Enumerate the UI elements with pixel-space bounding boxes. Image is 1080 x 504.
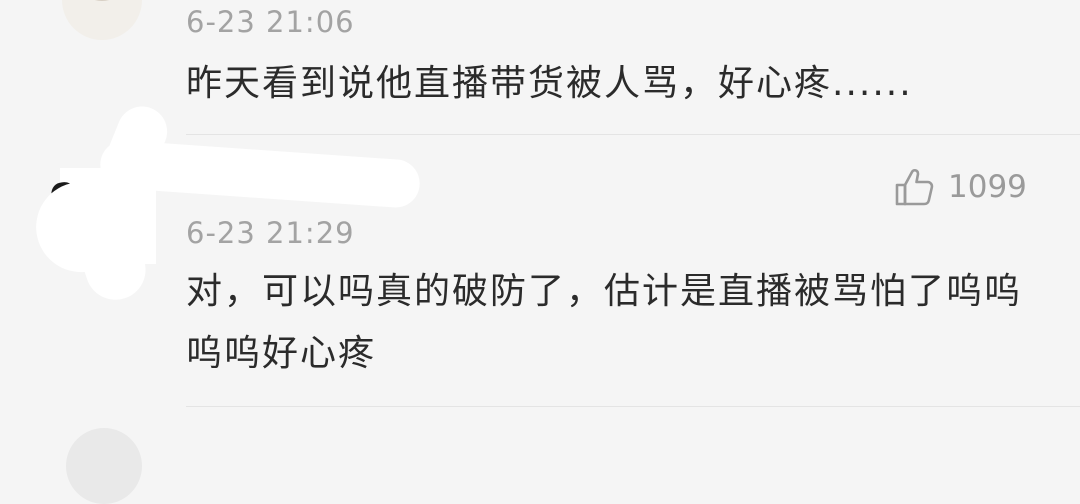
comment-timestamp: 6-23 21:06 [186,5,355,39]
commenter-avatar-1[interactable] [62,0,142,40]
comment-divider [186,134,1080,135]
like-button[interactable]: 1099 [894,164,1027,210]
thumbs-up-icon [895,168,934,206]
commenter-avatar-3[interactable] [66,428,142,504]
avatar-cat-face [76,0,128,1]
comment-text: 对，可以吗真的破防了，估计是直播被骂怕了呜呜呜呜好心疼 [186,271,1023,374]
comment-list: 6-23 21:06 昨天看到说他直播带货被人骂，好心疼...... 1099 … [0,0,1080,504]
comment-timestamp: 6-23 21:29 [186,216,355,250]
like-count: 1099 [948,169,1027,205]
comment-text: 昨天看到说他直播带货被人骂，好心疼...... [186,63,913,104]
comment-divider [186,406,1080,407]
